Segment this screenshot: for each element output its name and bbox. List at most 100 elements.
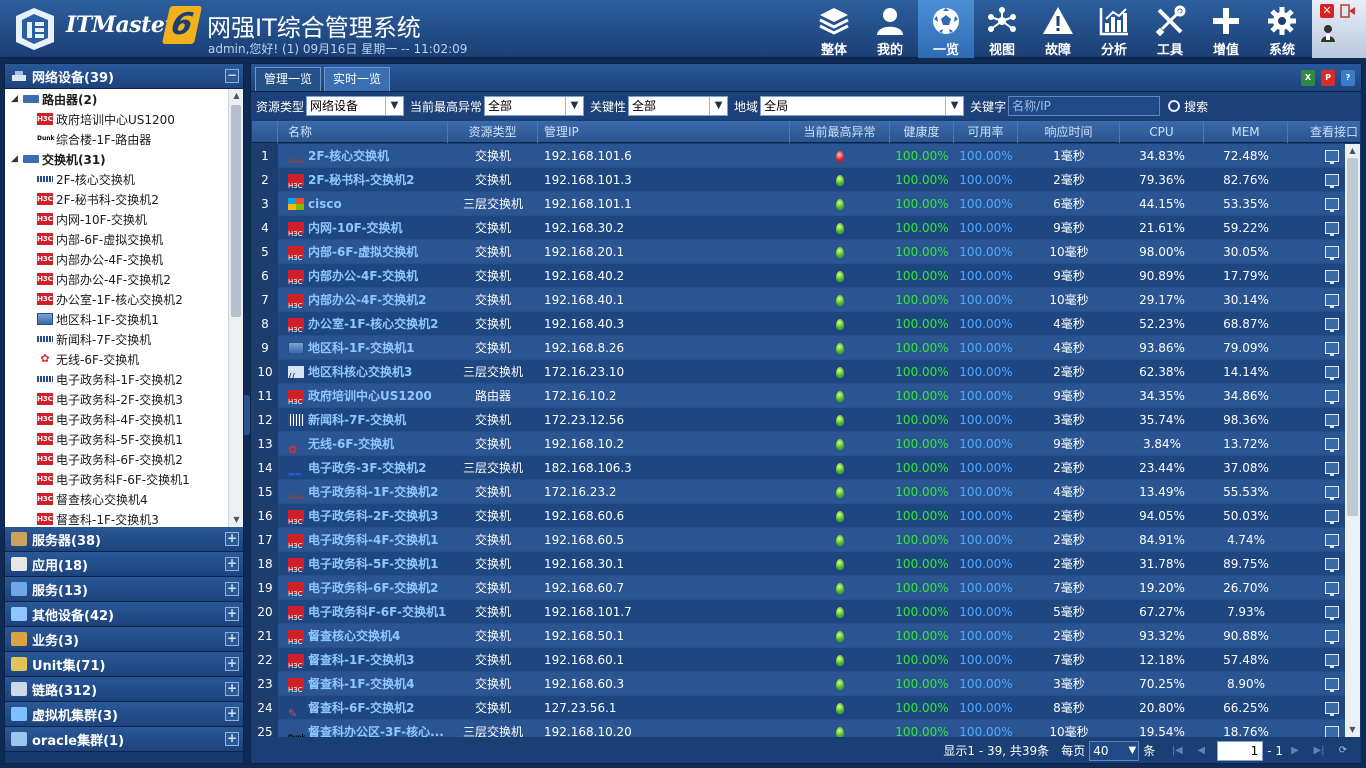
scroll-up-icon[interactable]: ▲ bbox=[229, 89, 243, 103]
alarm-green-icon[interactable] bbox=[836, 414, 844, 426]
device-name-link[interactable]: 政府培训中心US1200 bbox=[308, 384, 432, 408]
scroll-thumb[interactable] bbox=[231, 105, 241, 317]
monitor-icon[interactable] bbox=[1325, 582, 1339, 596]
device-name-cell[interactable]: H3C 电子政务科-6F-交换机2 bbox=[278, 576, 448, 600]
monitor-icon[interactable] bbox=[1325, 390, 1339, 404]
alarm-green-icon[interactable] bbox=[836, 654, 844, 666]
tree-device-node[interactable]: H3C 内部办公-4F-交换机2 bbox=[5, 269, 230, 289]
expand-button[interactable]: + bbox=[225, 532, 239, 546]
sidebar-group-network[interactable]: 网络设备(39) − bbox=[5, 64, 243, 89]
alarm-green-icon[interactable] bbox=[836, 438, 844, 450]
alarm-green-icon[interactable] bbox=[836, 534, 844, 546]
monitor-icon[interactable] bbox=[1325, 150, 1339, 164]
page-input[interactable]: 1 bbox=[1217, 740, 1264, 761]
monitor-icon[interactable] bbox=[1325, 438, 1339, 452]
tree-device-node[interactable]: H3C 内部办公-4F-交换机 bbox=[5, 249, 230, 269]
device-name-link[interactable]: 督查科-1F-交换机3 bbox=[308, 648, 415, 672]
nav-system[interactable]: 系统 bbox=[1254, 0, 1310, 58]
table-row[interactable]: 20 H3C 电子政务科F-6F-交换机1 交换机 192.168.101.7 100.0… bbox=[252, 600, 1345, 624]
device-name-cell[interactable]: ▬▬ 电子政务-3F-交换机2 bbox=[278, 456, 448, 480]
table-row[interactable]: 11 H3C 政府培训中心US1200 路由器 172.16.10.2 100.00% 10… bbox=[252, 384, 1345, 408]
table-row[interactable]: 12 新闻科-7F-交换机 交换机 172.23.12.56 100.00% 100.00… bbox=[252, 408, 1345, 432]
column-header[interactable]: 查看接口 bbox=[1288, 121, 1360, 143]
scroll-up-icon[interactable]: ▲ bbox=[1345, 144, 1360, 158]
tree-group-node[interactable]: ◢ 路由器(2) bbox=[5, 89, 230, 109]
device-name-cell[interactable]: cisco 电子政务科-1F-交换机2 bbox=[278, 480, 448, 504]
device-name-link[interactable]: 内网-10F-交换机 bbox=[308, 216, 403, 240]
monitor-icon[interactable] bbox=[1325, 726, 1339, 737]
device-name-cell[interactable]: H3C 内网-10F-交换机 bbox=[278, 216, 448, 240]
monitor-icon[interactable] bbox=[1325, 318, 1339, 332]
column-header[interactable]: 资源类型 bbox=[448, 121, 538, 143]
max-alarm-select[interactable]: 全部 ▼ bbox=[484, 96, 585, 116]
device-name-link[interactable]: 电子政务-3F-交换机2 bbox=[308, 456, 427, 480]
device-name-link[interactable]: 督查科办公区-3F-核心... bbox=[308, 720, 444, 737]
monitor-icon[interactable] bbox=[1325, 630, 1339, 644]
pdf-icon[interactable]: P bbox=[1321, 70, 1335, 86]
alarm-green-icon[interactable] bbox=[836, 366, 844, 378]
sidebar-group[interactable]: 服务器(38) + bbox=[5, 527, 243, 552]
sidebar-group[interactable]: 链路(312) + bbox=[5, 677, 243, 702]
column-header[interactable]: 健康度 bbox=[890, 121, 954, 143]
device-name-cell[interactable]: H3C 电子政务科-2F-交换机3 bbox=[278, 504, 448, 528]
nav-overview[interactable]: 一览 bbox=[918, 0, 974, 58]
column-header[interactable]: MEM bbox=[1204, 121, 1288, 143]
alarm-green-icon[interactable] bbox=[836, 174, 844, 186]
tree-expand-icon[interactable]: ◢ bbox=[11, 94, 21, 104]
device-name-link[interactable]: 办公室-1F-核心交换机2 bbox=[308, 312, 439, 336]
device-name-cell[interactable]: //地区科核心交换机3 bbox=[278, 360, 448, 384]
alarm-green-icon[interactable] bbox=[836, 678, 844, 690]
monitor-icon[interactable] bbox=[1325, 558, 1339, 572]
alarm-green-icon[interactable] bbox=[836, 390, 844, 402]
table-row[interactable]: 10//地区科核心交换机3 三层交换机 172.16.23.10 100.00% 100… bbox=[252, 360, 1345, 384]
monitor-icon[interactable] bbox=[1325, 294, 1339, 308]
tree-scrollbar[interactable]: ▲ ▼ bbox=[228, 89, 243, 527]
search-button[interactable]: 搜索 bbox=[1168, 98, 1208, 115]
nav-value-added[interactable]: 增值 bbox=[1198, 0, 1254, 58]
nav-tools[interactable]: 工具 bbox=[1142, 0, 1198, 58]
sidebar-group[interactable]: 服务(13) + bbox=[5, 577, 243, 602]
alarm-green-icon[interactable] bbox=[836, 582, 844, 594]
alarm-green-icon[interactable] bbox=[836, 342, 844, 354]
tree-device-node[interactable]: H3C 政府培训中心US1200 bbox=[5, 109, 230, 129]
device-name-link[interactable]: cisco bbox=[308, 192, 342, 216]
device-name-cell[interactable]: H3C 督查核心交换机4 bbox=[278, 624, 448, 648]
alarm-red-icon[interactable] bbox=[836, 150, 844, 162]
tree-device-node[interactable]: H3C 办公室-1F-核心交换机2 bbox=[5, 289, 230, 309]
keyword-input[interactable]: 名称/IP bbox=[1008, 96, 1161, 116]
table-row[interactable]: 4 H3C 内网-10F-交换机 交换机 192.168.30.2 100.00% 100.… bbox=[252, 216, 1345, 240]
tree-device-node[interactable]: ✿ 无线-6F-交换机 bbox=[5, 349, 230, 369]
help-icon[interactable]: ? bbox=[1341, 70, 1355, 86]
tree-device-node[interactable]: H3C 督查科-1F-交换机3 bbox=[5, 509, 230, 527]
device-name-link[interactable]: 内部办公-4F-交换机 bbox=[308, 264, 418, 288]
expand-button[interactable]: + bbox=[225, 707, 239, 721]
excel-icon[interactable]: X bbox=[1301, 70, 1315, 86]
device-name-cell[interactable]: H3C 电子政务科-5F-交换机1 bbox=[278, 552, 448, 576]
monitor-icon[interactable] bbox=[1325, 678, 1339, 692]
table-row[interactable]: 17 H3C 电子政务科-4F-交换机1 交换机 192.168.60.5 100.00%… bbox=[252, 528, 1345, 552]
prev-page-icon[interactable]: ◀ bbox=[1193, 743, 1209, 759]
monitor-icon[interactable] bbox=[1325, 174, 1339, 188]
table-row[interactable]: 7 H3C 内部办公-4F-交换机2 交换机 192.168.40.1 100.00% 10… bbox=[252, 288, 1345, 312]
device-name-link[interactable]: 督查科-6F-交换机2 bbox=[308, 696, 415, 720]
tree-device-node[interactable]: 地区科-1F-交换机1 bbox=[5, 309, 230, 329]
column-header[interactable]: 管理IP bbox=[538, 121, 790, 143]
tree-device-node[interactable]: H3C 电子政务科-5F-交换机1 bbox=[5, 429, 230, 449]
expand-button[interactable]: + bbox=[225, 607, 239, 621]
device-name-cell[interactable]: H3C 办公室-1F-核心交换机2 bbox=[278, 312, 448, 336]
nav-mine[interactable]: 我的 bbox=[862, 0, 918, 58]
device-name-cell[interactable]: cisco 2F-核心交换机 bbox=[278, 144, 448, 168]
tree-device-node[interactable]: H3C 电子政务科-2F-交换机3 bbox=[5, 389, 230, 409]
avatar-icon[interactable] bbox=[1320, 24, 1336, 42]
device-name-cell[interactable]: H3C 内部办公-4F-交换机2 bbox=[278, 288, 448, 312]
sidebar-group[interactable]: Unit集(71) + bbox=[5, 652, 243, 677]
expand-button[interactable]: + bbox=[225, 557, 239, 571]
device-name-link[interactable]: 地区科核心交换机3 bbox=[308, 360, 412, 384]
scroll-down-icon[interactable]: ▼ bbox=[1345, 723, 1360, 737]
table-row[interactable]: 25Dunk督查科办公区-3F-核心...三层交换机192.168.10.201… bbox=[252, 720, 1345, 737]
scroll-down-icon[interactable]: ▼ bbox=[229, 513, 243, 527]
device-name-cell[interactable]: 新闻科-7F-交换机 bbox=[278, 408, 448, 432]
sidebar-group[interactable]: 业务(3) + bbox=[5, 627, 243, 652]
device-name-link[interactable]: 内部办公-4F-交换机2 bbox=[308, 288, 427, 312]
per-page-select[interactable]: 40 ▼ bbox=[1089, 740, 1140, 761]
